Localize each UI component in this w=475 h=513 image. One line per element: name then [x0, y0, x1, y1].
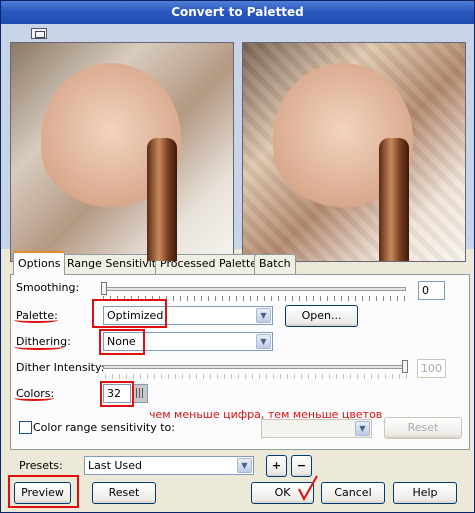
remove-preset-button[interactable]: −	[291, 455, 312, 477]
checkmark-annotation-icon	[298, 475, 318, 501]
bottle-shape	[147, 138, 177, 261]
smoothing-slider[interactable]	[101, 287, 406, 291]
dithering-select[interactable]: None ▼	[103, 332, 273, 351]
preview-button[interactable]: Preview	[14, 482, 71, 504]
toggle-preview-icon[interactable]	[31, 28, 47, 39]
cancel-button[interactable]: Cancel	[321, 482, 385, 504]
colors-spinner[interactable]	[132, 384, 148, 403]
dialog-title: Convert to Paletted	[1, 1, 474, 24]
presets-select[interactable]: Last Used ▼	[84, 456, 254, 475]
preview-area	[1, 24, 474, 262]
presets-select-value: Last Used	[88, 459, 142, 472]
smoothing-label: Smoothing:	[16, 281, 80, 294]
open-palette-button[interactable]: Open...	[285, 305, 358, 327]
dither-intensity-slider-thumb[interactable]	[402, 360, 408, 373]
dithering-select-value: None	[107, 335, 136, 348]
palette-select[interactable]: Optimized ▼	[103, 306, 273, 325]
colors-underline	[14, 395, 54, 401]
dither-intensity-slider[interactable]	[103, 365, 408, 369]
chevron-down-icon: ▼	[237, 458, 252, 473]
convert-to-paletted-dialog: Convert to Paletted Options Range Sensit…	[0, 0, 475, 513]
chevron-down-icon: ▼	[355, 421, 370, 436]
bottle-shape-processed	[379, 138, 409, 261]
options-panel: Smoothing: 0 Palette: Optimized ▼ Open..…	[10, 274, 470, 450]
color-range-reset-button[interactable]: Reset	[384, 417, 462, 439]
presets-label: Presets:	[19, 459, 63, 472]
dither-intensity-ticks	[105, 374, 408, 379]
color-range-select[interactable]: ▼	[261, 419, 372, 438]
dithering-underline	[14, 344, 64, 350]
dither-intensity-label: Dither Intensity:	[16, 361, 105, 374]
chevron-down-icon: ▼	[256, 308, 271, 323]
colors-field[interactable]: 32	[103, 384, 131, 403]
smoothing-ticks	[103, 296, 408, 301]
reset-button[interactable]: Reset	[92, 482, 156, 504]
smoothing-slider-thumb[interactable]	[101, 282, 107, 295]
add-preset-button[interactable]: +	[266, 455, 287, 477]
color-range-checkbox[interactable]	[19, 421, 32, 434]
chevron-down-icon: ▼	[256, 334, 271, 349]
tab-options[interactable]: Options	[13, 251, 66, 275]
processed-preview-image	[242, 42, 466, 262]
color-range-label: Color range sensitivity to:	[33, 421, 175, 434]
original-preview-image	[10, 42, 234, 262]
options-area: Options Range Sensitivity Processed Pale…	[1, 249, 474, 512]
dither-intensity-field[interactable]: 100	[417, 359, 446, 378]
smoothing-field[interactable]: 0	[418, 281, 445, 300]
palette-underline	[14, 317, 58, 323]
tab-batch[interactable]: Batch	[254, 254, 296, 274]
palette-select-value: Optimized	[107, 309, 164, 322]
help-button[interactable]: Help	[393, 482, 457, 504]
